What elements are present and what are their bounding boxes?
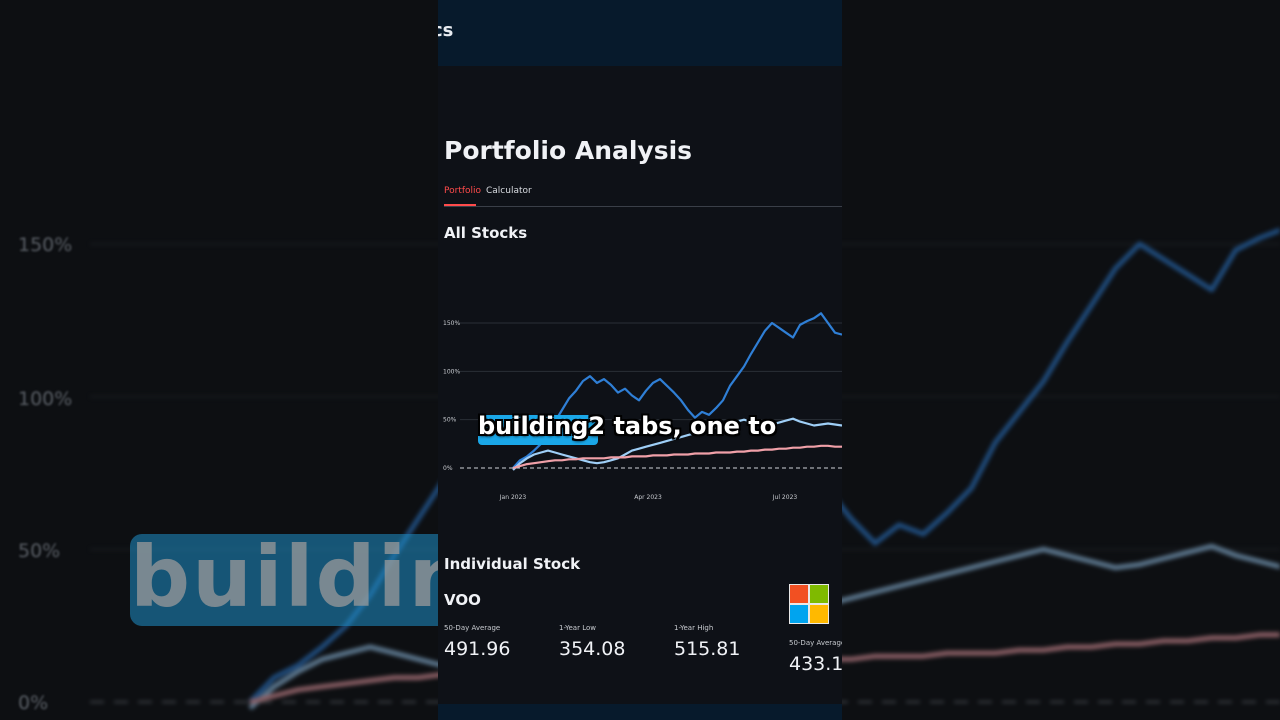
- microsoft-logo-icon: [789, 584, 829, 624]
- logo-green-square: [810, 585, 828, 603]
- x-tick-label: Apr 2023: [634, 494, 662, 501]
- y-tick-label: 150%: [443, 320, 460, 327]
- bg-y-tick-0: 0%: [18, 692, 49, 714]
- metric-1-year-high: 1-Year High 515.81: [674, 624, 740, 660]
- tab-calculator[interactable]: Calculator: [486, 186, 532, 196]
- x-tick-label: Jan 2023: [499, 494, 527, 501]
- video-caption: building2 tabs, one to: [478, 412, 776, 446]
- tab-portfolio[interactable]: Portfolio: [444, 186, 481, 196]
- logo-yellow-square: [810, 605, 828, 623]
- logo-blue-square: [790, 605, 808, 623]
- active-tab-underline: [444, 204, 476, 206]
- stock-ticker: VOO: [444, 591, 481, 609]
- metric-value: 433.1: [789, 653, 842, 675]
- metric-label: 1-Year High: [674, 624, 714, 632]
- all-stocks-chart: 150% 100% 50% 0% Jan 2023 Apr 2023 Jul 2023: [443, 312, 842, 501]
- metric-value: 491.96: [444, 638, 511, 660]
- metric-1-year-low: 1-Year Low 354.08: [559, 624, 625, 660]
- y-tick-label: 50%: [443, 417, 457, 424]
- app-title-fragment: cs: [438, 20, 454, 41]
- logo-red-square: [790, 585, 808, 603]
- caption-text: building2 tabs, one to: [478, 412, 777, 440]
- app-header: cs: [438, 0, 842, 66]
- all-stocks-heading: All Stocks: [444, 224, 528, 242]
- y-tick-label: 100%: [443, 368, 460, 375]
- bg-y-tick-150: 150%: [18, 234, 73, 256]
- app-screen: cs Portfolio Analysis Portfolio Calculat…: [438, 0, 842, 720]
- metric-value: 354.08: [559, 638, 626, 660]
- metric-label: 1-Year Low: [559, 624, 596, 632]
- metric-value: 515.81: [674, 638, 741, 660]
- app-footer-bar: [438, 704, 842, 720]
- metric-50-day-average: 50-Day Average 491.96: [444, 624, 510, 660]
- page-title: Portfolio Analysis: [444, 136, 693, 165]
- tab-bar: Portfolio Calculator: [444, 186, 842, 207]
- metric-label: 50-Day Average: [444, 624, 501, 632]
- bg-y-tick-100: 100%: [18, 388, 73, 410]
- x-tick-label: Jul 2023: [772, 494, 798, 501]
- series-line-2: [512, 444, 842, 470]
- y-tick-label: 0%: [443, 465, 453, 472]
- individual-stock-heading: Individual Stock: [444, 555, 581, 573]
- metric-label: 50-Day Average: [789, 639, 842, 647]
- metric-50-day-average-msft: 50-Day Average 433.1: [789, 639, 842, 675]
- bg-y-tick-50: 50%: [18, 540, 61, 562]
